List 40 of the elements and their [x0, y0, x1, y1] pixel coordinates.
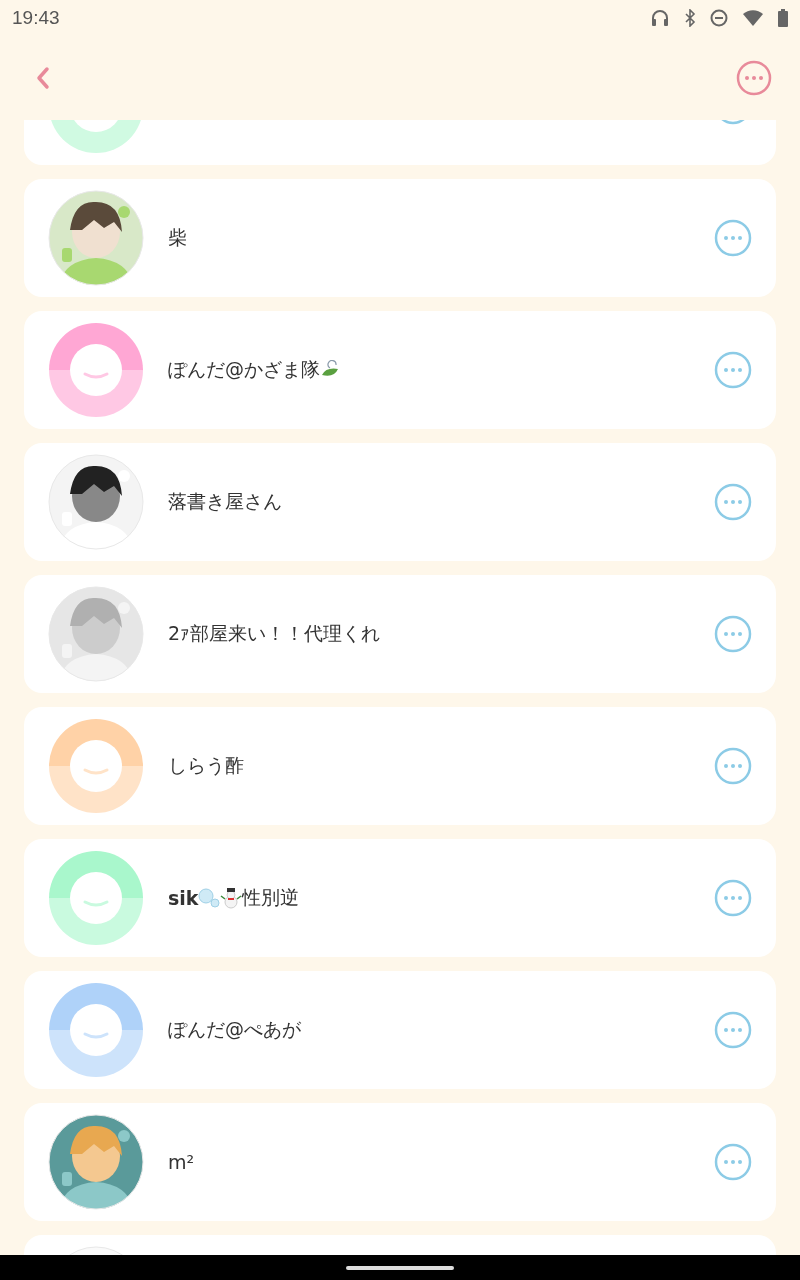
wifi-icon	[742, 9, 764, 27]
contact-name: m²	[168, 1151, 195, 1173]
contact-name: 性別逆	[242, 885, 300, 910]
contact-card[interactable]: しらう酢	[24, 707, 776, 825]
contact-name: sik	[168, 887, 199, 909]
more-button[interactable]	[736, 60, 772, 96]
more-options-button[interactable]	[714, 1143, 752, 1181]
more-options-button[interactable]	[714, 351, 752, 389]
contact-card[interactable]: m²	[24, 1103, 776, 1221]
more-options-button[interactable]	[714, 747, 752, 785]
contact-name: 落書き屋さん	[168, 489, 282, 514]
contact-name: ぽんだ@かざま隊	[168, 357, 320, 382]
contact-card[interactable]: 2ｧ部屋来い！！代理くれ	[24, 575, 776, 693]
do-not-disturb-icon	[710, 9, 728, 27]
contact-card[interactable]: ぽんだ@ぺあが	[24, 971, 776, 1089]
more-options-button[interactable]	[714, 483, 752, 521]
contact-card[interactable]: sik 性別逆	[24, 839, 776, 957]
more-options-button[interactable]	[714, 615, 752, 653]
contact-card[interactable]: 柴	[24, 179, 776, 297]
contact-name: ぽんだ@ぺあが	[168, 1017, 301, 1042]
contact-name: 柴	[168, 225, 187, 250]
battery-icon	[778, 9, 788, 27]
bluetooth-icon	[684, 9, 696, 27]
status-time: 19:43	[12, 7, 60, 29]
snowman-icon	[220, 887, 243, 909]
more-options-button[interactable]	[714, 879, 752, 917]
contact-card[interactable]: 落書き屋さん	[24, 443, 776, 561]
contact-name: 2ｧ部屋来い！！代理くれ	[168, 621, 381, 646]
more-options-button[interactable]	[714, 1011, 752, 1049]
bubbles-icon	[198, 888, 221, 908]
home-handle[interactable]	[346, 1265, 454, 1270]
default-avatar-icon	[48, 982, 144, 1078]
default-avatar-icon	[48, 718, 144, 814]
more-options-button[interactable]	[714, 219, 752, 257]
contact-name: しらう酢	[168, 753, 244, 778]
headphones-icon	[650, 9, 670, 27]
default-avatar-icon	[48, 322, 144, 418]
contact-card[interactable]: ぽんだ@かざま隊	[24, 311, 776, 429]
back-button[interactable]	[36, 66, 50, 90]
default-avatar-icon	[48, 850, 144, 946]
